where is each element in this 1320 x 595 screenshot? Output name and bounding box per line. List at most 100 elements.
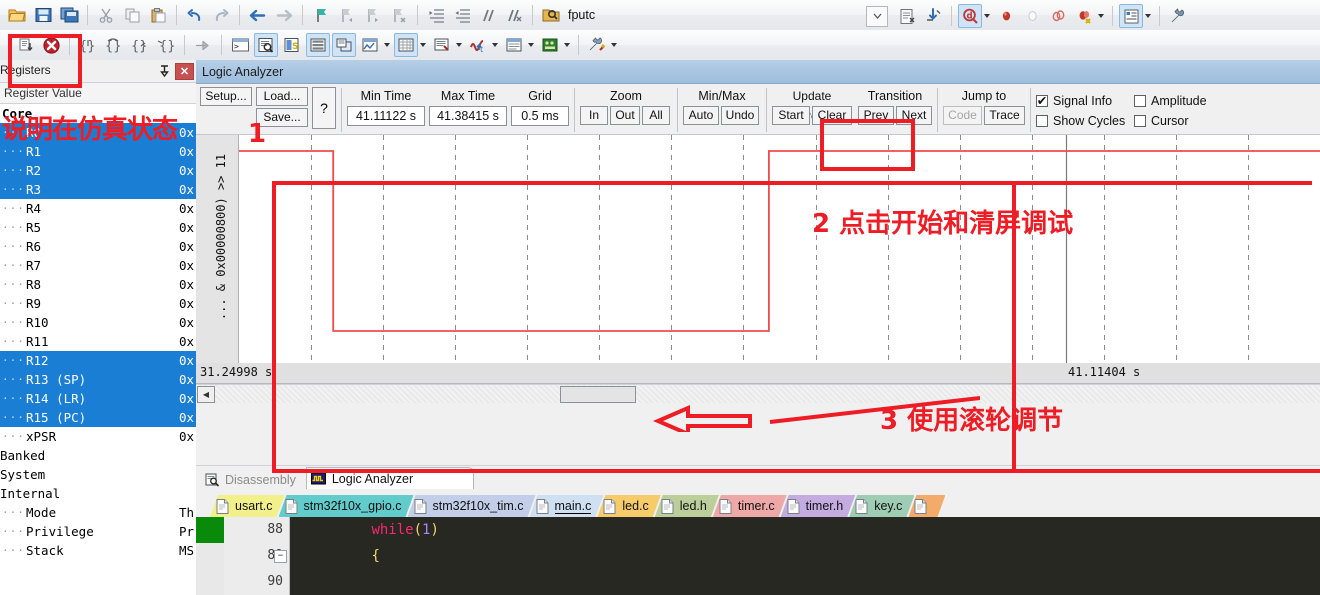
redo-icon[interactable]	[209, 3, 233, 27]
register-row[interactable]: ····R14 (LR)0x	[0, 389, 196, 408]
breakpoint-marker[interactable]	[196, 543, 224, 569]
memory-window-icon[interactable]	[394, 33, 418, 57]
step-out-icon[interactable]: {}	[128, 33, 152, 57]
call-stack-window-icon[interactable]	[332, 33, 356, 57]
trace-window-icon[interactable]	[502, 33, 526, 57]
show-cycles-checkbox-box[interactable]	[1036, 115, 1048, 127]
indent-increase-icon[interactable]	[424, 3, 448, 27]
chevron-down-icon[interactable]	[420, 43, 426, 47]
grid-field[interactable]: 0.5 ms	[511, 106, 569, 126]
breakpoint-gutter[interactable]	[196, 517, 224, 595]
register-row[interactable]: ····R90x	[0, 294, 196, 313]
register-row[interactable]: ····R70x	[0, 256, 196, 275]
paste-icon[interactable]	[146, 3, 170, 27]
toolbox-icon[interactable]	[585, 33, 609, 57]
bookmark-prev-icon[interactable]	[335, 3, 359, 27]
manage-components-icon[interactable]	[1119, 4, 1143, 28]
find-in-files-icon[interactable]	[539, 3, 563, 27]
chevron-down-icon[interactable]	[564, 43, 570, 47]
register-row[interactable]: ····R10x	[0, 142, 196, 161]
register-row[interactable]: ····R00x	[0, 123, 196, 142]
debug-session-icon[interactable]: d	[958, 4, 982, 28]
uncomment-icon[interactable]	[502, 3, 526, 27]
registers-group-core[interactable]: Core	[0, 104, 196, 123]
waveform-plot[interactable]	[239, 135, 1320, 364]
file-tab-usart-c[interactable]: usart.c	[210, 495, 285, 517]
help-button[interactable]: ?	[312, 87, 336, 129]
minmax-auto-button[interactable]: Auto	[683, 106, 719, 125]
save-button[interactable]: Save...	[256, 108, 308, 127]
run-to-cursor-icon[interactable]: {}	[154, 33, 178, 57]
jump-to-trace-button[interactable]: Trace	[984, 106, 1025, 125]
show-next-statement-icon[interactable]	[191, 33, 215, 57]
register-row[interactable]: ····R120x	[0, 351, 196, 370]
file-tab-timer-h[interactable]: timer.h	[781, 495, 856, 517]
fold-toggle-icon[interactable]: −	[274, 550, 287, 563]
update-screen-clear-button[interactable]: Clear	[812, 106, 852, 125]
registers-window-icon[interactable]	[306, 33, 330, 57]
code-editor[interactable]: 88−8990 while(1) {	[196, 517, 1320, 595]
register-row[interactable]: ····R15 (PC)0x	[0, 408, 196, 427]
chevron-down-icon[interactable]	[1098, 14, 1104, 18]
registers-group-banked[interactable]: Banked	[0, 446, 196, 465]
chevron-down-icon[interactable]	[984, 14, 990, 18]
show-cycles-checkbox[interactable]: Show Cycles	[1036, 112, 1128, 129]
comment-icon[interactable]	[476, 3, 500, 27]
breakpoint-insert-icon[interactable]	[994, 4, 1018, 28]
open-folder-icon[interactable]	[5, 3, 29, 27]
navigate-back-icon[interactable]	[246, 3, 270, 27]
breakpoint-disable-all-icon[interactable]	[1046, 4, 1070, 28]
amplitude-checkbox-box[interactable]	[1134, 95, 1146, 107]
registers-group-system[interactable]: System	[0, 465, 196, 484]
signal-info-checkbox[interactable]: ✔ Signal Info	[1036, 92, 1128, 109]
min-time-field[interactable]: 41.11122 s	[347, 106, 425, 126]
bookmark-clear-icon[interactable]	[387, 3, 411, 27]
chevron-down-icon[interactable]	[1145, 14, 1151, 18]
file-tab-led-h[interactable]: led.h	[655, 495, 719, 517]
close-icon[interactable]: ✕	[175, 63, 194, 80]
registers-tree[interactable]: Core ····R00x····R10x····R20x····R30x···…	[0, 104, 196, 560]
breakpoint-marker[interactable]	[196, 517, 224, 543]
amplitude-checkbox[interactable]: Amplitude	[1134, 92, 1220, 109]
register-row[interactable]: ····R30x	[0, 180, 196, 199]
register-row[interactable]: ····PrivilegePr	[0, 522, 196, 541]
zoom-out-button[interactable]: Out	[610, 106, 640, 125]
copy-icon[interactable]	[120, 3, 144, 27]
step-over-icon[interactable]: {}	[102, 33, 126, 57]
cursor-checkbox[interactable]: Cursor	[1134, 112, 1220, 129]
step-into-icon[interactable]: {}	[76, 33, 100, 57]
disassembly-window-icon[interactable]	[254, 33, 278, 57]
configure-icon[interactable]	[1166, 4, 1190, 28]
minmax-undo-button[interactable]: Undo	[721, 106, 759, 125]
chevron-down-icon[interactable]	[528, 43, 534, 47]
file-tab-stm32f10x-tim-c[interactable]: stm32f10x_tim.c	[408, 495, 536, 517]
combo-dropdown-icon[interactable]	[866, 6, 888, 27]
code-text-area[interactable]: while(1) {	[290, 517, 1320, 595]
zoom-in-button[interactable]: In	[580, 106, 608, 125]
registers-group-internal[interactable]: Internal	[0, 484, 196, 503]
max-time-field[interactable]: 41.38415 s	[429, 106, 507, 126]
register-row[interactable]: ····R20x	[0, 161, 196, 180]
register-row[interactable]: ····R110x	[0, 332, 196, 351]
cursor-checkbox-box[interactable]	[1134, 115, 1146, 127]
register-row[interactable]: ····R60x	[0, 237, 196, 256]
save-all-icon[interactable]	[57, 3, 81, 27]
scroll-thumb[interactable]	[560, 386, 636, 403]
update-screen-start-button[interactable]: Start	[772, 106, 810, 125]
bookmark-next-icon[interactable]	[361, 3, 385, 27]
indent-decrease-icon[interactable]	[450, 3, 474, 27]
undo-icon[interactable]	[183, 3, 207, 27]
setup-button[interactable]: Setup...	[200, 87, 252, 106]
jump-to-code-button[interactable]: Code	[943, 106, 982, 125]
tab-disassembly[interactable]: Disassembly	[200, 469, 306, 490]
file-tab-stm32f10x-gpio-c[interactable]: stm32f10x_gpio.c	[279, 495, 414, 517]
load-button[interactable]: Load...	[256, 87, 308, 106]
file-tab-timer-c[interactable]: timer.c	[713, 495, 787, 517]
register-row[interactable]: ····R80x	[0, 275, 196, 294]
analysis-window-icon[interactable]: t	[466, 33, 490, 57]
register-row[interactable]: ····R40x	[0, 199, 196, 218]
chevron-down-icon[interactable]	[611, 43, 617, 47]
register-row[interactable]: ····ModeTh	[0, 503, 196, 522]
reset-icon[interactable]	[13, 33, 37, 57]
serial-window-icon[interactable]	[430, 33, 454, 57]
